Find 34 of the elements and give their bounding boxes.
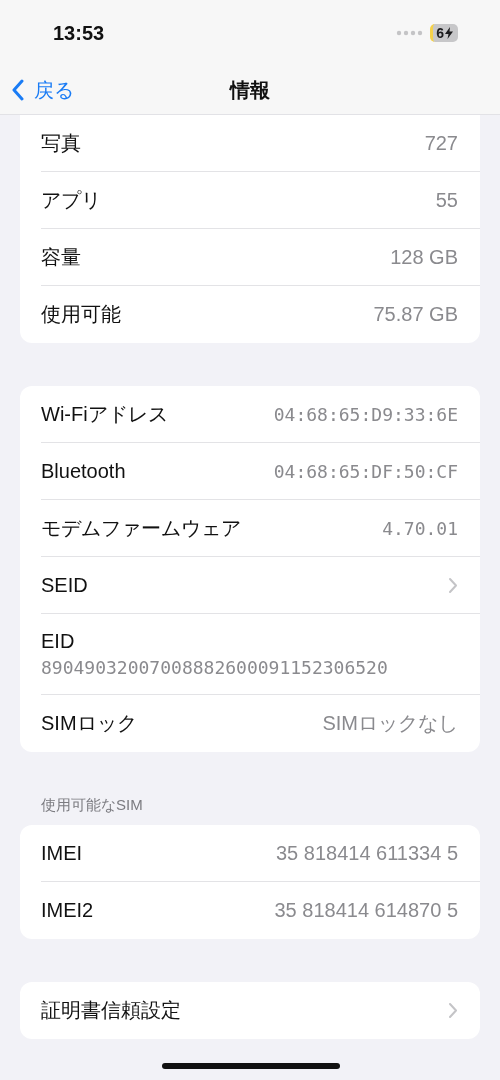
- back-button[interactable]: 戻る: [0, 76, 74, 104]
- row-label: IMEI2: [41, 899, 94, 922]
- chevron-left-icon: [12, 79, 24, 101]
- row-label: SIMロック: [41, 711, 137, 736]
- settings-row[interactable]: 証明書信頼設定: [41, 982, 480, 1039]
- row-value: 727: [424, 131, 458, 155]
- section-header: 使用可能なSIM: [40, 795, 144, 815]
- row-label: IMEI: [41, 841, 83, 865]
- row-label: EID: [41, 630, 75, 653]
- row-value: 04:68:65:DF:50:CF: [273, 460, 458, 482]
- row-value: 35 818414 614870 5: [274, 899, 458, 922]
- row-value: 04:68:65:D9:33:6E: [273, 403, 458, 425]
- row-value: SIMロックなし: [322, 711, 458, 736]
- chevron-right-icon: [448, 576, 458, 594]
- charging-bolt-icon: [445, 27, 453, 39]
- row-label: Bluetooth: [41, 459, 126, 483]
- row-label: アプリ: [41, 187, 101, 213]
- settings-row[interactable]: SEID: [41, 557, 480, 614]
- row-label: Wi-Fiアドレス: [41, 401, 168, 427]
- status-time: 13:53: [53, 21, 105, 45]
- row-value: 128 GB: [390, 245, 458, 269]
- row-value: 35 818414 611334 5: [275, 841, 458, 865]
- row-value: 55: [435, 188, 458, 212]
- row-label: 容量: [41, 244, 81, 270]
- row-label: 使用可能: [41, 302, 121, 327]
- no-signal-icon: [396, 30, 425, 36]
- row-label: 写真: [41, 130, 81, 156]
- row-label: モデムファームウェア: [41, 515, 241, 541]
- screen-title: 情報: [228, 77, 271, 103]
- battery-icon: 6: [430, 24, 458, 42]
- chevron-right-icon: [448, 1002, 458, 1019]
- row-value: 4.70.01: [382, 517, 458, 539]
- row-value: 89049032007008882600091152306520: [41, 657, 388, 678]
- row-value: 75.87 GB: [373, 303, 458, 326]
